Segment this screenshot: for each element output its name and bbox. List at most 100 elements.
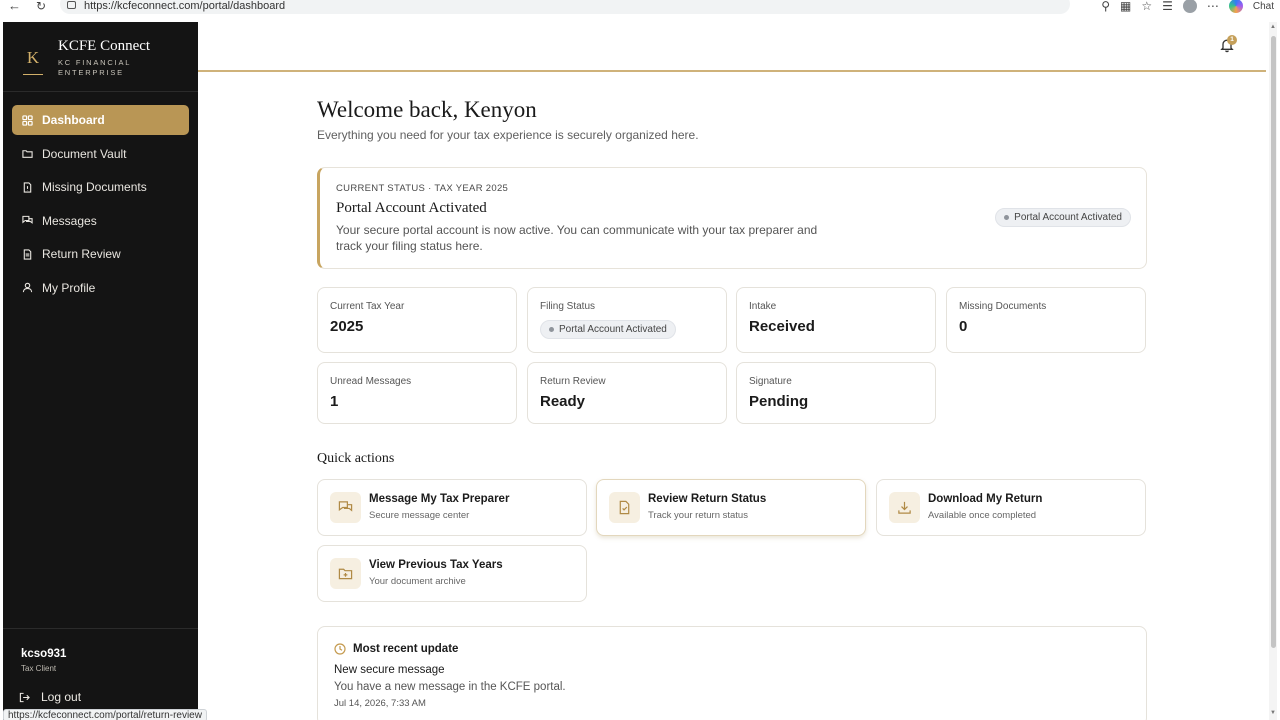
- download-icon: [889, 492, 920, 523]
- scrollbar-thumb[interactable]: [1271, 36, 1276, 648]
- file-alert-icon: [22, 181, 33, 193]
- sidebar-item-label: Return Review: [42, 247, 121, 261]
- sidebar-item-dashboard[interactable]: Dashboard: [12, 105, 189, 135]
- stat-card-filing-status: Filing Status Portal Account Activated: [527, 287, 727, 353]
- site-info-icon[interactable]: [67, 1, 76, 9]
- quick-action-previous-tax-years[interactable]: View Previous Tax Years Your document ar…: [317, 545, 587, 602]
- status-description: Your secure portal account is now active…: [336, 223, 818, 253]
- stat-card-return-review: Return Review Ready: [527, 362, 727, 424]
- page-subtitle: Everything you need for your tax experie…: [317, 128, 699, 142]
- favorite-star-icon[interactable]: ☆: [1141, 0, 1152, 13]
- more-menu-icon[interactable]: ⋯: [1207, 0, 1219, 13]
- user-name: kcso931: [21, 648, 67, 660]
- stat-label: Return Review: [540, 376, 606, 387]
- stat-card-unread-messages: Unread Messages 1: [317, 362, 517, 424]
- chat-icon: [22, 215, 33, 226]
- profile-avatar[interactable]: [1182, 0, 1197, 13]
- quick-action-subtitle: Your document archive: [369, 576, 466, 587]
- stat-value: 1: [330, 393, 339, 410]
- brand-subtitle: KC FINANCIAL ENTERPRISE: [58, 58, 131, 77]
- sidebar-item-document-vault[interactable]: Document Vault: [12, 139, 189, 169]
- back-arrow-icon[interactable]: ←: [8, 0, 21, 12]
- stat-label: Signature: [749, 376, 792, 387]
- chat-icon: [330, 492, 361, 523]
- sidebar-item-my-profile[interactable]: My Profile: [12, 273, 189, 303]
- sidebar-item-label: Document Vault: [42, 146, 127, 161]
- stat-card-intake: Intake Received: [736, 287, 936, 353]
- quick-action-message-preparer[interactable]: Message My Tax Preparer Secure message c…: [317, 479, 587, 536]
- brand: K KCFE Connect KC FINANCIAL ENTERPRISE: [3, 22, 198, 92]
- user-role: Tax Client: [21, 664, 57, 673]
- reload-icon[interactable]: ↻: [36, 0, 46, 12]
- stat-value: Received: [749, 318, 815, 335]
- stat-card-signature: Signature Pending: [736, 362, 936, 424]
- most-recent-update-card: Most recent update New secure message Yo…: [317, 626, 1147, 720]
- sidebar-divider: [3, 628, 198, 629]
- extensions-icon[interactable]: ▦: [1120, 0, 1131, 13]
- copilot-label[interactable]: Chat: [1253, 1, 1274, 12]
- recent-update-timestamp: Jul 14, 2026, 7:33 AM: [334, 698, 426, 709]
- quick-action-title: Download My Return: [928, 493, 1043, 505]
- sidebar-item-label: Dashboard: [42, 113, 105, 127]
- favorites-list-icon[interactable]: ☰: [1162, 0, 1173, 13]
- browser-toolbar: ← ↻ https://kcfeconnect.com/portal/dashb…: [0, 0, 1280, 14]
- sidebar-item-label: Missing Documents: [42, 180, 147, 194]
- quick-action-title: Message My Tax Preparer: [369, 493, 510, 505]
- scroll-down-icon[interactable]: ▼: [1270, 710, 1276, 716]
- filing-status-badge: Portal Account Activated: [540, 320, 676, 339]
- browser-actions: ⚲ ▦ ☆ ☰ ⋯ Chat: [1101, 0, 1274, 13]
- key-icon[interactable]: ⚲: [1101, 0, 1110, 13]
- user-icon: [22, 282, 33, 293]
- quick-action-title: Review Return Status: [648, 493, 767, 505]
- recent-update-description: You have a new message in the KCFE porta…: [334, 681, 566, 693]
- status-dot: [1004, 215, 1010, 220]
- stat-label: Unread Messages: [330, 376, 412, 387]
- status-eyebrow: CURRENT STATUS · TAX YEAR 2025: [336, 183, 509, 194]
- stat-value: 0: [959, 318, 968, 335]
- stat-card-missing-documents: Missing Documents 0: [946, 287, 1146, 353]
- recent-update-title: New secure message: [334, 664, 445, 676]
- sidebar-item-missing-documents[interactable]: Missing Documents: [12, 172, 189, 202]
- grid-icon: [22, 114, 33, 126]
- quick-action-review-return-status[interactable]: Review Return Status Track your return s…: [596, 479, 866, 536]
- stat-label: Filing Status: [540, 301, 596, 312]
- recent-update-heading-label: Most recent update: [353, 643, 459, 655]
- stat-label: Intake: [749, 301, 777, 312]
- quick-action-download-return[interactable]: Download My Return Available once comple…: [876, 479, 1146, 536]
- sidebar-item-label: Messages: [42, 213, 97, 228]
- status-dot: [549, 327, 554, 332]
- scroll-up-icon[interactable]: ▲: [1270, 24, 1276, 30]
- folder-icon: [330, 558, 361, 589]
- notification-badge: 1: [1227, 35, 1237, 45]
- folder-icon: [22, 148, 33, 159]
- stat-label: Current Tax Year: [330, 301, 405, 312]
- quick-actions-heading: Quick actions: [317, 451, 395, 466]
- sidebar-item-messages[interactable]: Messages: [12, 206, 189, 236]
- sidebar-nav: Dashboard Document Vault Missing Documen…: [12, 105, 189, 306]
- page-title: Welcome back, Kenyon: [317, 97, 537, 122]
- status-badge-label: Portal Account Activated: [1014, 212, 1122, 223]
- address-bar[interactable]: https://kcfeconnect.com/portal/dashboard: [60, 0, 1070, 14]
- logout-button[interactable]: Log out: [19, 690, 81, 704]
- copilot-icon[interactable]: [1228, 0, 1243, 13]
- stat-card-current-tax-year: Current Tax Year 2025: [317, 287, 517, 353]
- status-title: Portal Account Activated: [336, 200, 487, 216]
- sidebar-item-return-review[interactable]: Return Review: [12, 239, 189, 269]
- logout-label: Log out: [41, 690, 82, 704]
- brand-logo: K: [23, 45, 43, 75]
- file-text-icon: [22, 248, 33, 260]
- document-icon: [609, 492, 640, 523]
- stat-value: 2025: [330, 318, 364, 335]
- quick-action-title: View Previous Tax Years: [369, 559, 503, 571]
- status-badge: Portal Account Activated: [995, 208, 1131, 227]
- logout-icon: [19, 692, 30, 702]
- stat-value: Pending: [749, 393, 809, 410]
- quick-action-subtitle: Available once completed: [928, 510, 1037, 521]
- clock-icon: [334, 643, 346, 655]
- stat-label: Missing Documents: [959, 301, 1047, 312]
- sidebar-item-label: My Profile: [42, 280, 96, 295]
- brand-title: KCFE Connect: [58, 38, 151, 54]
- recent-update-heading: Most recent update: [334, 643, 458, 655]
- stat-value: Ready: [540, 393, 586, 410]
- quick-action-subtitle: Secure message center: [369, 510, 470, 521]
